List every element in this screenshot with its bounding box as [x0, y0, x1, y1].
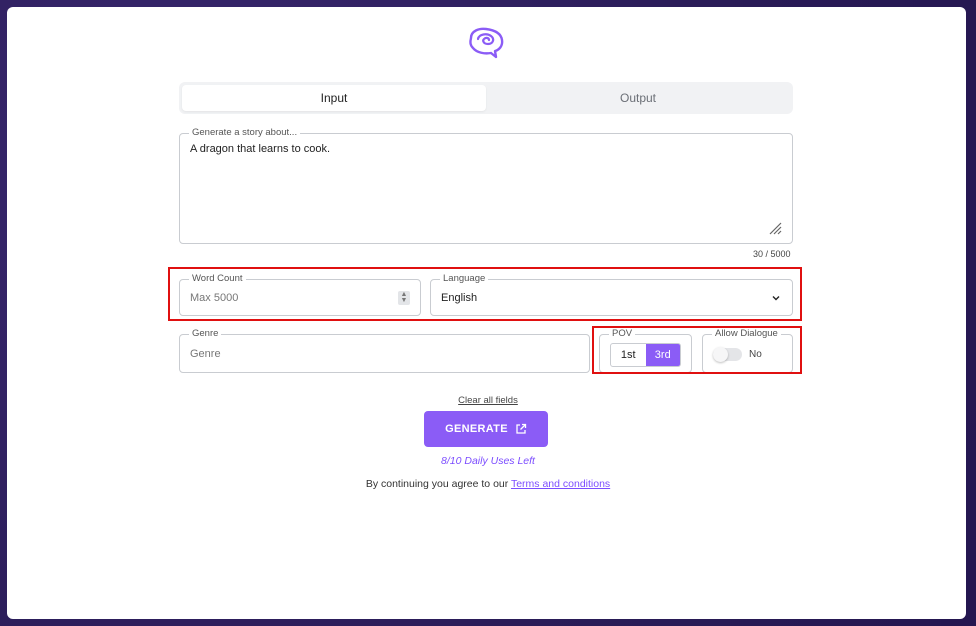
word-count-label: Word Count [189, 273, 246, 285]
pov-third-person-button[interactable]: 3rd [645, 344, 680, 366]
allow-dialogue-value: No [749, 349, 762, 360]
allow-dialogue-label: Allow Dialogue [712, 328, 781, 340]
toggle-knob [713, 347, 728, 362]
tab-output[interactable]: Output [486, 85, 790, 111]
story-prompt-label: Generate a story about... [189, 127, 301, 139]
allow-dialogue-toggle[interactable] [713, 347, 742, 362]
pov-field: POV 1st 3rd [599, 328, 692, 373]
clear-all-fields-link: Clear all fields [0, 395, 976, 406]
pov-first-person-button[interactable]: 1st [611, 344, 646, 366]
language-value: English [441, 292, 478, 304]
genre-field[interactable]: Genre Genre [179, 328, 590, 373]
tab-input[interactable]: Input [182, 85, 486, 111]
pov-toggle-group: 1st 3rd [610, 343, 681, 367]
generate-button[interactable]: GENERATE [424, 411, 548, 447]
genre-placeholder: Genre [190, 348, 221, 360]
terms-prefix: By continuing you agree to our [365, 478, 511, 490]
word-count-field[interactable]: Word Count Max 5000 ▲ ▼ [179, 273, 421, 316]
allow-dialogue-field: Allow Dialogue No [702, 328, 793, 373]
character-counter: 30 / 5000 [753, 249, 791, 259]
number-stepper-icon[interactable]: ▲ ▼ [398, 291, 410, 305]
story-prompt-field[interactable]: Generate a story about... A dragon that … [179, 127, 793, 244]
word-count-placeholder: Max 5000 [190, 292, 239, 304]
genre-label: Genre [189, 328, 222, 340]
brain-logo-icon [469, 27, 504, 59]
terms-link[interactable]: Terms and conditions [511, 478, 610, 490]
language-label: Language [440, 273, 489, 285]
clear-all-fields-text[interactable]: Clear all fields [458, 395, 518, 406]
terms-notice: By continuing you agree to our Terms and… [0, 478, 976, 490]
pov-label: POV [609, 328, 636, 340]
chevron-down-icon [772, 296, 780, 301]
tab-bar: Input Output [179, 82, 793, 114]
story-prompt-value[interactable]: A dragon that learns to cook. [190, 143, 330, 155]
resize-handle-icon[interactable] [768, 221, 782, 235]
daily-uses-text: 8/10 Daily Uses Left [441, 455, 535, 467]
generate-button-label: GENERATE [445, 423, 508, 435]
external-link-icon [516, 423, 526, 434]
language-select[interactable]: Language English [430, 273, 793, 316]
